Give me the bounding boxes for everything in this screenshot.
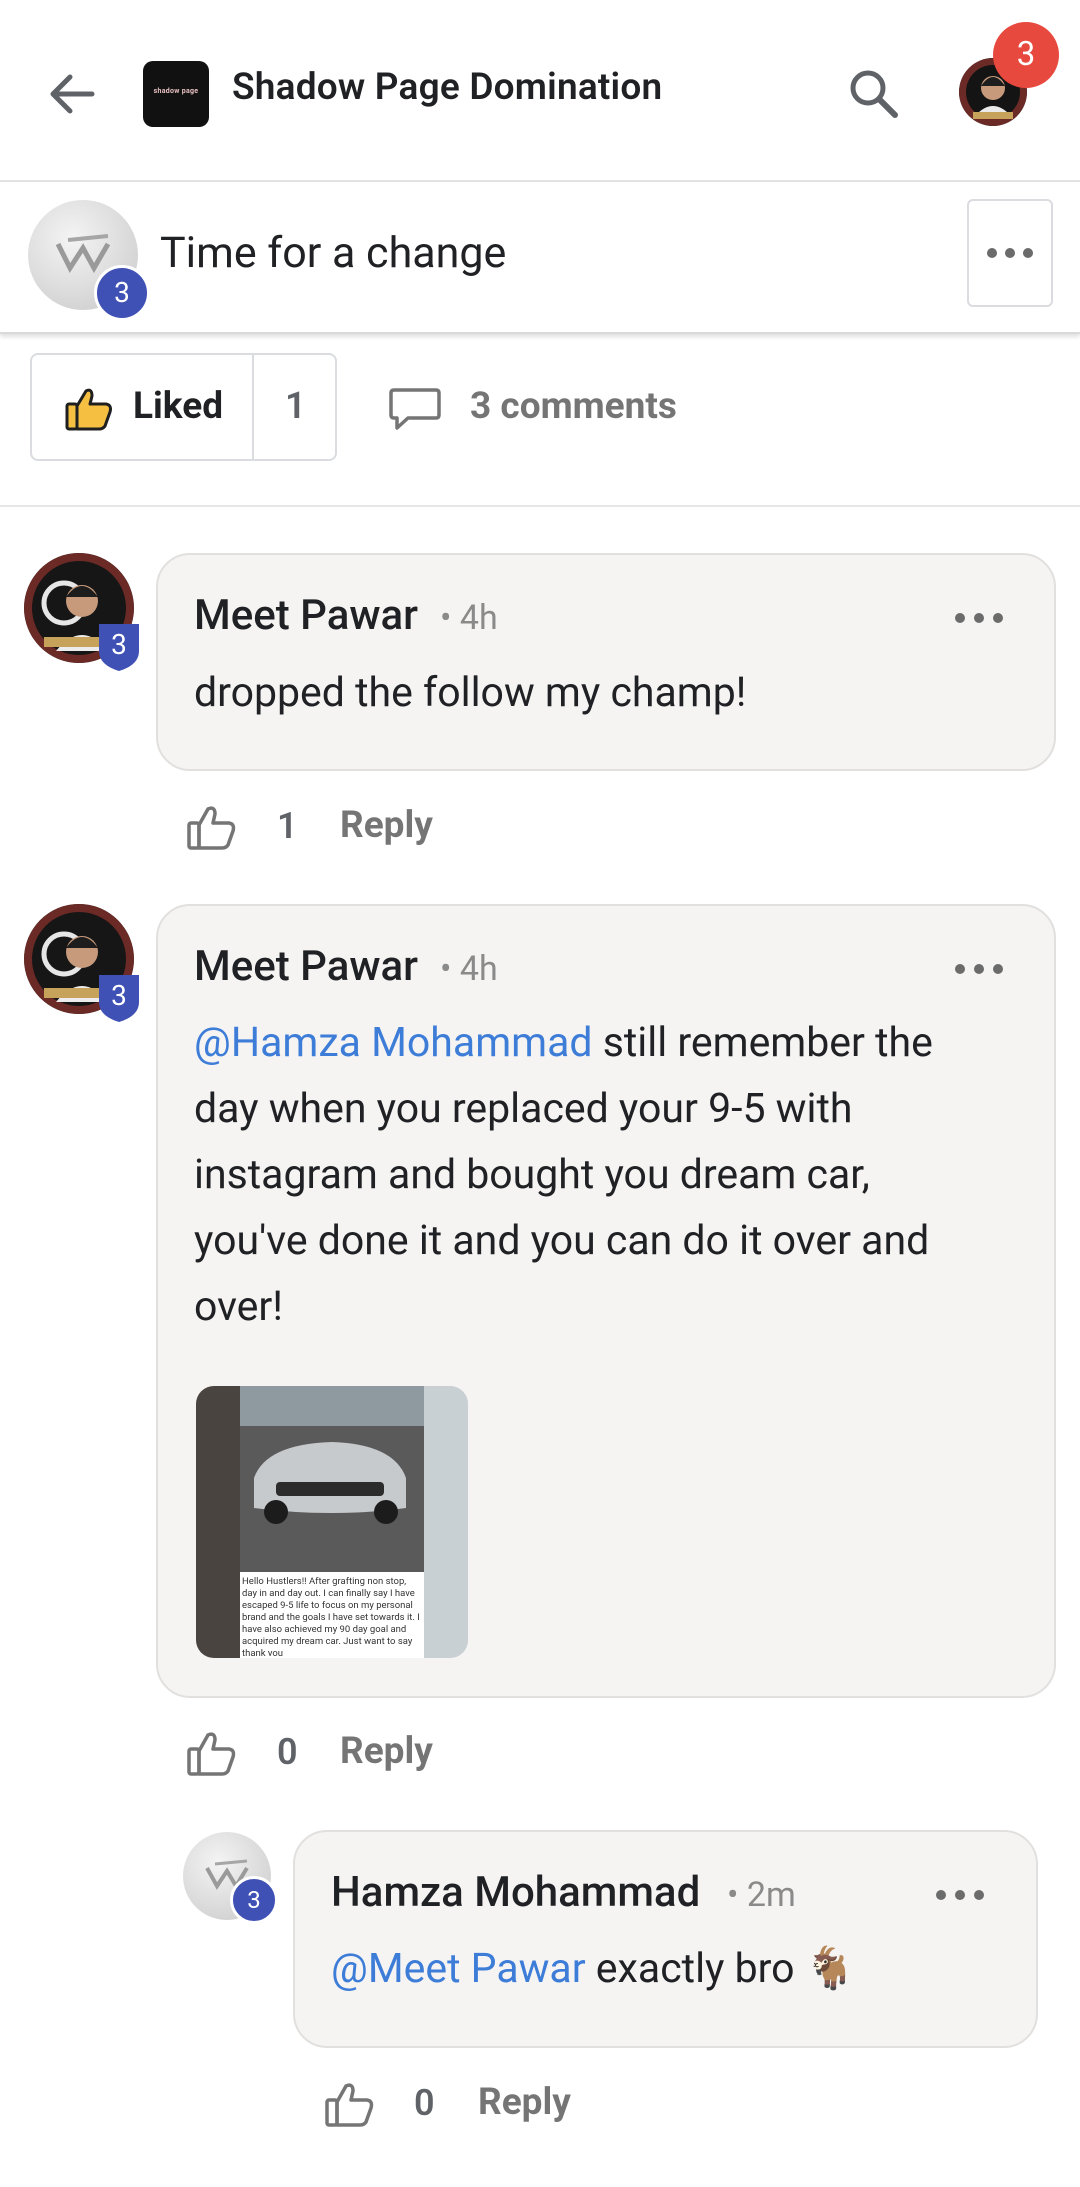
thumbs-up-outline-icon[interactable] [186, 802, 236, 852]
comment-text-line: over! [194, 1283, 283, 1331]
thumbs-up-outline-icon[interactable] [324, 2079, 374, 2129]
comment-text-line: day when you replaced your 9-5 with [194, 1085, 853, 1133]
level-badge: 3 [111, 979, 127, 1012]
post-title: Time for a change [160, 228, 507, 278]
post-more-button[interactable] [967, 199, 1053, 307]
search-icon[interactable] [843, 63, 903, 123]
comment-time: • 4h [440, 598, 498, 638]
reply-text: @Meet Pawar exactly bro 🐐 [331, 1936, 856, 2002]
comment-text: dropped the follow my champ! [194, 669, 747, 717]
reply-author[interactable]: Hamza Mohammad [331, 1868, 700, 1917]
image-caption: Hello Hustlers!! After grafting non stop… [242, 1576, 420, 1656]
comment-text-line: you've done it and you can do it over an… [194, 1217, 930, 1265]
more-icon[interactable] [933, 1887, 987, 1903]
group-logo[interactable]: shadow page [143, 61, 209, 127]
liked-label: Liked [133, 385, 224, 428]
like-count[interactable]: 1 [285, 385, 306, 428]
reply-button[interactable]: Reply [478, 2081, 571, 2124]
reply-button[interactable]: Reply [340, 1730, 433, 1773]
comment-author[interactable]: Meet Pawar [194, 591, 418, 640]
mention-link[interactable]: @Meet Pawar [331, 1945, 586, 1993]
more-icon [987, 248, 1033, 258]
reply-time: • 2m [727, 1875, 796, 1915]
thumbs-up-outline-icon[interactable] [186, 1728, 236, 1778]
reply-text-body: exactly bro 🐐 [585, 1945, 856, 1993]
more-icon[interactable] [952, 961, 1006, 977]
comment-icon[interactable] [388, 385, 442, 433]
group-logo-text: shadow page [153, 87, 199, 95]
thumbs-up-filled-icon [65, 388, 112, 431]
comment-text: @Hamza Mohammad still remember the day w… [194, 1010, 1034, 1340]
back-arrow-icon[interactable] [40, 62, 104, 126]
more-icon[interactable] [952, 610, 1006, 626]
level-badge: 3 [111, 628, 127, 661]
liked-divider [252, 355, 254, 459]
comment-text-line: instagram and bought you dream car, [194, 1151, 870, 1199]
comment-text-line: still remember the [592, 1019, 933, 1067]
reply-like-count: 0 [414, 2082, 435, 2124]
reply-button[interactable]: Reply [340, 804, 433, 847]
notification-badge[interactable]: 3 [993, 22, 1059, 88]
comment-like-count: 1 [277, 805, 298, 847]
level-badge: 3 [94, 265, 150, 321]
comment-time: • 4h [440, 949, 498, 989]
divider [0, 505, 1080, 507]
comment-like-count: 0 [277, 1731, 298, 1773]
comment-author[interactable]: Meet Pawar [194, 942, 418, 991]
mention-link[interactable]: @Hamza Mohammad [194, 1019, 593, 1067]
level-badge: 3 [230, 1876, 278, 1924]
attached-image[interactable]: Hello Hustlers!! After grafting non stop… [196, 1386, 468, 1658]
comments-count[interactable]: 3 comments [470, 385, 677, 428]
group-title[interactable]: Shadow Page Domination [232, 66, 662, 109]
